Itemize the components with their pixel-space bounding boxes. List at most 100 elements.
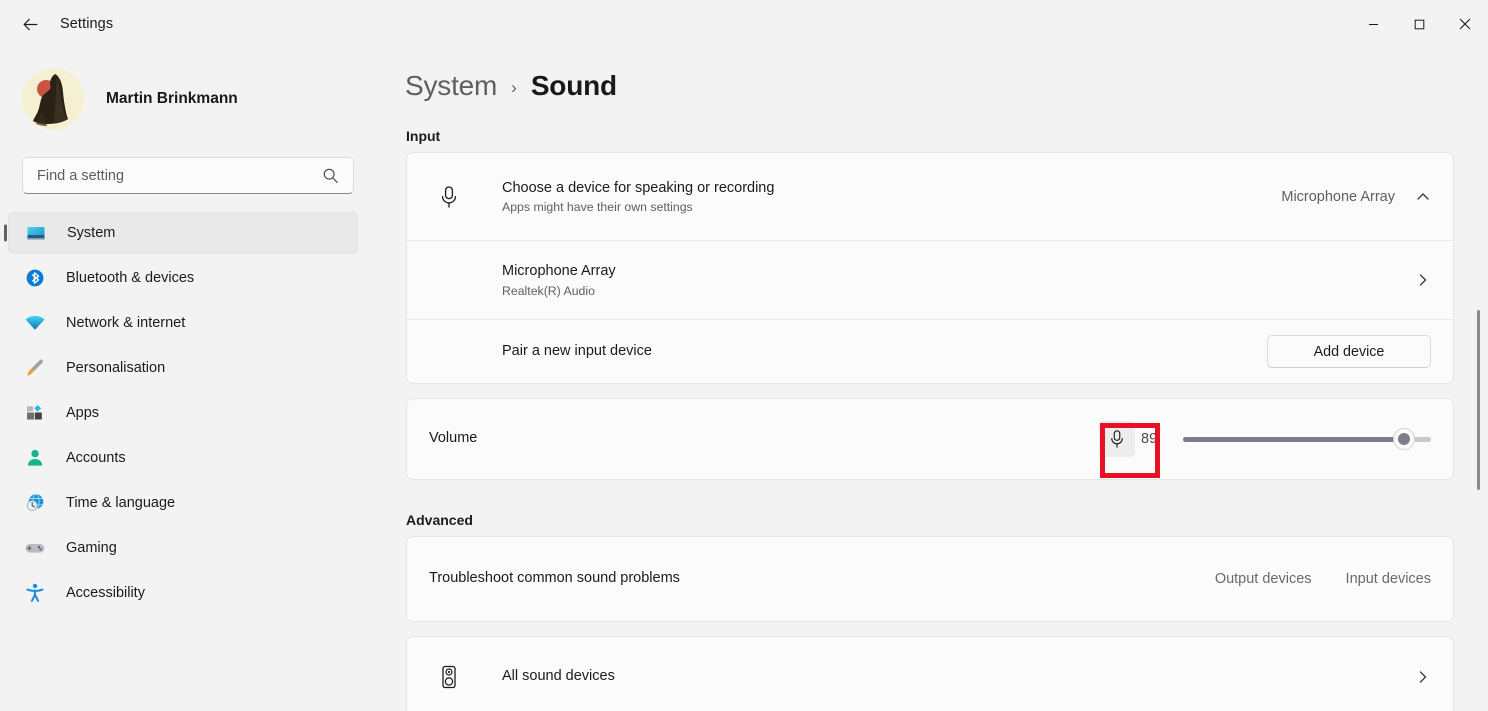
back-arrow-icon — [23, 18, 37, 30]
choose-device-subtitle: Apps might have their own settings — [502, 200, 693, 215]
user-avatar-icon — [22, 68, 84, 130]
device-row-text: Microphone Array Realtek(R) Audio — [469, 262, 1415, 298]
troubleshoot-links: Output devices Input devices — [1215, 571, 1431, 587]
sidebar: Martin Brinkmann Find a setting System B… — [0, 48, 372, 711]
apps-icon — [22, 402, 48, 424]
all-sound-devices-row[interactable]: All sound devices — [407, 637, 1453, 711]
sidebar-item-gaming[interactable]: Gaming — [8, 527, 358, 569]
slider-fill — [1183, 436, 1404, 442]
input-devices-card: Choose a device for speaking or recordin… — [406, 152, 1454, 384]
mute-microphone-button[interactable] — [1099, 421, 1135, 457]
all-sound-devices-card: All sound devices — [406, 636, 1454, 711]
vertical-scrollbar[interactable] — [1474, 48, 1484, 711]
sidebar-item-time-language[interactable]: Time & language — [8, 482, 358, 524]
minimize-button[interactable] — [1350, 0, 1396, 48]
volume-slider[interactable] — [1183, 423, 1431, 455]
avatar — [22, 68, 84, 130]
settings-window: Settings Martin Brinkmann Find a setting… — [0, 0, 1488, 711]
back-button[interactable] — [10, 8, 50, 40]
choose-device-controls: Microphone Array — [1281, 189, 1431, 205]
accessibility-icon — [22, 582, 48, 604]
person-icon — [22, 447, 48, 469]
maximize-icon — [1414, 19, 1424, 29]
close-icon — [1459, 18, 1471, 30]
minimize-icon — [1368, 23, 1378, 25]
sidebar-item-label: Gaming — [66, 540, 117, 556]
troubleshoot-row: Troubleshoot common sound problems Outpu… — [407, 537, 1453, 621]
chevron-up-icon[interactable] — [1415, 189, 1431, 205]
sidebar-item-accounts[interactable]: Accounts — [8, 437, 358, 479]
add-device-button[interactable]: Add device — [1267, 335, 1431, 368]
bluetooth-icon — [22, 267, 48, 289]
speaker-icon — [429, 665, 469, 689]
sidebar-item-network-internet[interactable]: Network & internet — [8, 302, 358, 344]
breadcrumb-parent-link[interactable]: System — [405, 70, 497, 102]
all-sound-devices-controls — [1415, 669, 1431, 685]
volume-label-wrap: Volume — [429, 429, 1099, 449]
app-title: Settings — [60, 16, 114, 32]
sidebar-item-personalisation[interactable]: Personalisation — [8, 347, 358, 389]
clock-globe-icon — [22, 492, 48, 514]
selected-device-value: Microphone Array — [1281, 188, 1395, 205]
sidebar-item-label: Accessibility — [66, 585, 145, 601]
microphone-icon — [1111, 430, 1123, 448]
pair-new-input-device-row: Pair a new input device Add device — [407, 319, 1453, 383]
section-title-advanced: Advanced — [406, 512, 473, 528]
microphone-icon — [429, 185, 469, 209]
pair-row-title: Pair a new input device — [502, 342, 652, 359]
content-area: System › Sound Input Choose a device for… — [372, 48, 1488, 711]
page-title: Sound — [530, 70, 617, 101]
device-row-microphone-array[interactable]: Microphone Array Realtek(R) Audio — [407, 240, 1453, 319]
sidebar-item-bluetooth-devices[interactable]: Bluetooth & devices — [8, 257, 358, 299]
monitor-icon — [23, 222, 49, 244]
profile-block[interactable]: Martin Brinkmann — [22, 68, 372, 130]
sidebar-item-system[interactable]: System — [8, 212, 358, 254]
sidebar-item-label: Network & internet — [66, 315, 186, 331]
sidebar-item-label: System — [67, 225, 116, 241]
title-bar: Settings — [0, 0, 1488, 48]
profile-name: Martin Brinkmann — [106, 90, 238, 107]
sidebar-item-accessibility[interactable]: Accessibility — [8, 572, 358, 614]
volume-row: Volume 89 — [407, 399, 1453, 479]
chevron-right-icon[interactable] — [1415, 669, 1431, 685]
chevron-right-icon[interactable] — [1415, 272, 1431, 288]
choose-device-text: Choose a device for speaking or recordin… — [469, 179, 1281, 215]
choose-device-row[interactable]: Choose a device for speaking or recordin… — [407, 153, 1453, 240]
all-sound-devices-title: All sound devices — [502, 668, 615, 685]
search-box[interactable] — [22, 157, 354, 194]
gamepad-icon — [22, 537, 48, 559]
troubleshoot-input-devices-link[interactable]: Input devices — [1346, 571, 1431, 587]
device-row-subtitle: Realtek(R) Audio — [502, 283, 595, 298]
volume-controls: 89 — [1099, 421, 1431, 457]
search-input[interactable] — [23, 167, 322, 184]
scrollbar-thumb[interactable] — [1477, 310, 1480, 490]
paintbrush-icon — [22, 357, 48, 379]
volume-value: 89 — [1141, 431, 1158, 447]
close-button[interactable] — [1442, 0, 1488, 48]
slider-thumb[interactable] — [1392, 428, 1415, 450]
sidebar-item-label: Apps — [66, 405, 100, 421]
window-caption-buttons — [1350, 0, 1488, 48]
troubleshoot-card: Troubleshoot common sound problems Outpu… — [406, 536, 1454, 622]
troubleshoot-output-devices-link[interactable]: Output devices — [1215, 571, 1312, 587]
sidebar-item-label: Bluetooth & devices — [66, 270, 195, 286]
sidebar-item-label: Accounts — [66, 450, 126, 466]
chevron-right-icon: › — [511, 78, 517, 97]
sidebar-item-apps[interactable]: Apps — [8, 392, 358, 434]
breadcrumb: System › Sound — [405, 70, 1488, 102]
device-row-title: Microphone Array — [502, 263, 616, 280]
volume-card: Volume 89 — [406, 398, 1454, 480]
pair-row-text: Pair a new input device — [469, 342, 1267, 362]
maximize-button[interactable] — [1396, 0, 1442, 48]
sidebar-item-label: Personalisation — [66, 360, 166, 376]
device-row-controls — [1415, 272, 1431, 288]
section-title-input: Input — [406, 128, 441, 144]
troubleshoot-title: Troubleshoot common sound problems — [429, 570, 680, 587]
all-sound-devices-text: All sound devices — [469, 667, 1415, 687]
choose-device-title: Choose a device for speaking or recordin… — [502, 179, 775, 196]
volume-label: Volume — [429, 430, 478, 447]
troubleshoot-text: Troubleshoot common sound problems — [429, 569, 1215, 589]
sidebar-nav: System Bluetooth & devices Network & int… — [0, 212, 372, 614]
pair-row-controls: Add device — [1267, 335, 1431, 368]
wifi-icon — [22, 312, 48, 334]
